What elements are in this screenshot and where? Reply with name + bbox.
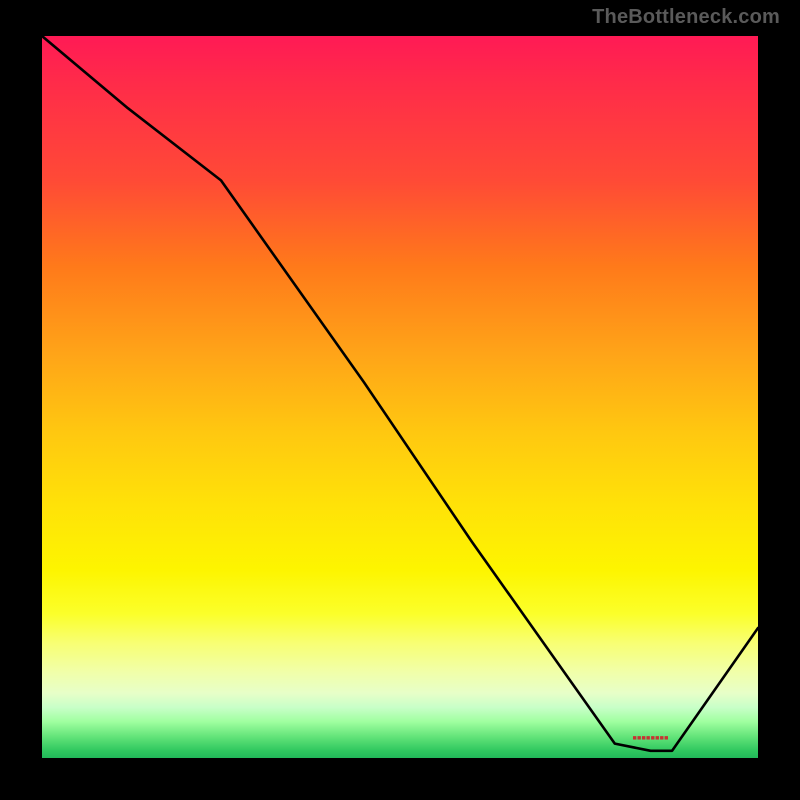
watermark: TheBottleneck.com [592,6,780,29]
chart-outer: TheBottleneck.com ■■■■■■■■ [0,0,800,800]
chart-svg: ■■■■■■■■ [42,36,758,758]
chart-series-curve [42,36,758,751]
chart-plot-area: ■■■■■■■■ [42,36,758,758]
chart-inline-annotation: ■■■■■■■■ [632,735,668,742]
